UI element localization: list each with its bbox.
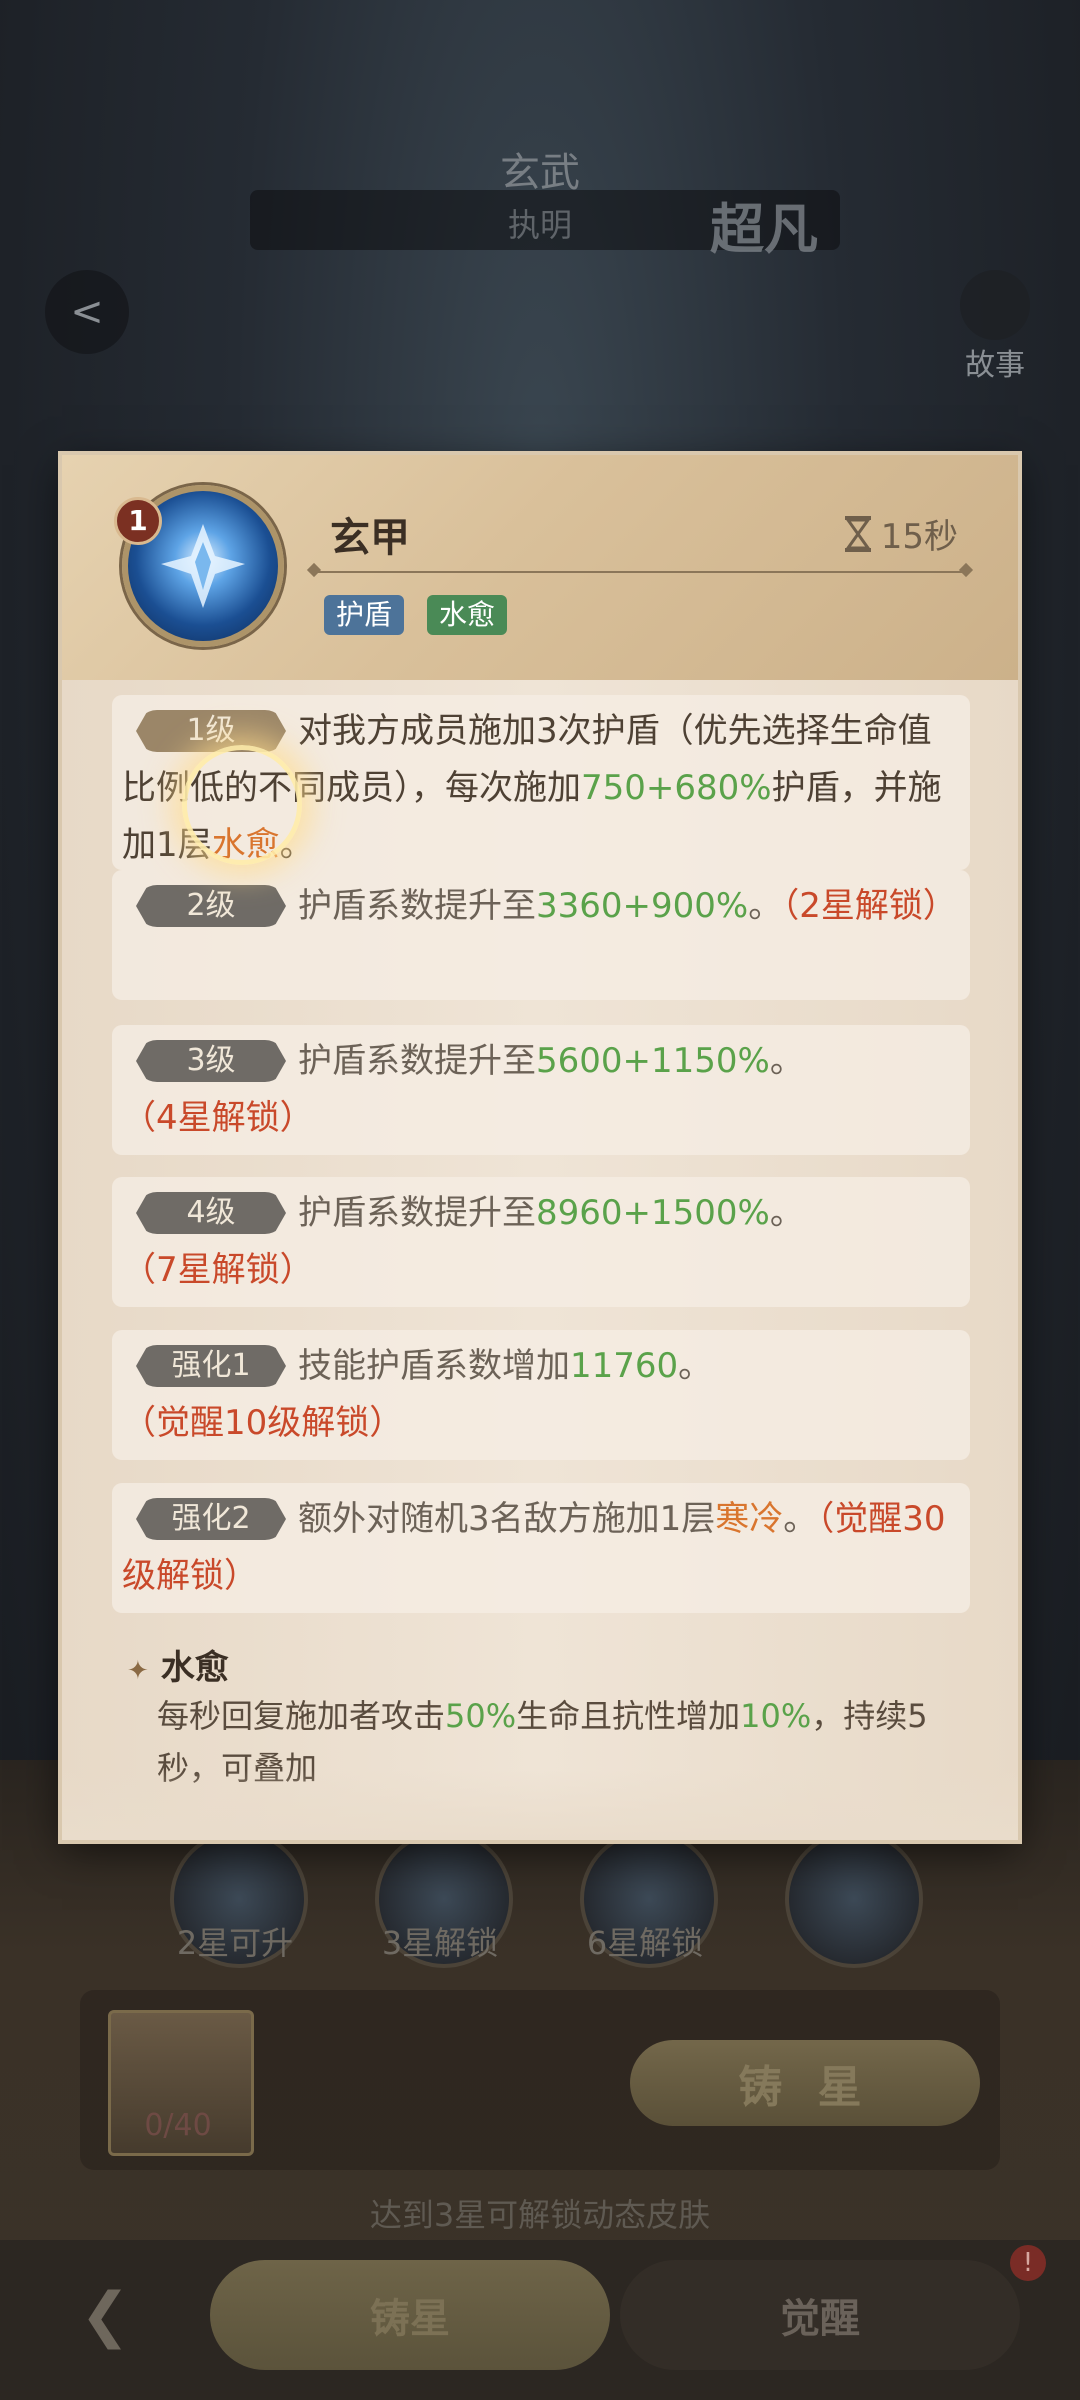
- entry-text-segment: 技能护盾系数增加: [298, 1346, 570, 1386]
- hero-title: 玄武: [500, 150, 580, 196]
- tap-highlight: [182, 745, 302, 865]
- ice-shield-icon: [161, 524, 245, 608]
- story-label: 故事: [965, 348, 1025, 383]
- entry-text-segment: 11760: [570, 1346, 679, 1386]
- note-text-segment: 每秒回复施加者攻击: [157, 1697, 446, 1735]
- note-text-segment: 10%: [740, 1697, 812, 1735]
- skill-description: 1级 对我方成员施加3次护盾（优先选择生命值比例低的不同成员），每次施加750+6…: [62, 680, 1018, 1840]
- skill-slot-caption: 3星解锁: [381, 1924, 499, 1962]
- tab-awaken[interactable]: 觉醒: [620, 2260, 1020, 2370]
- divider: [317, 571, 963, 573]
- entry-text-segment: （4星解锁）: [122, 1098, 314, 1138]
- tag-shield: 护盾: [324, 595, 405, 635]
- skill-level-entry: 强化2 额外对随机3名敌方施加1层寒冷。（觉醒30级解锁）: [112, 1483, 970, 1613]
- hero-subtitle: 执明: [507, 206, 572, 244]
- book-icon: [960, 270, 1030, 340]
- forge-star-button[interactable]: 铸 星: [630, 2040, 980, 2126]
- alert-badge: !: [1010, 2245, 1046, 2281]
- entry-text-segment: （7星解锁）: [122, 1250, 314, 1290]
- level-pill: 1级: [136, 710, 286, 752]
- back-button[interactable]: ❮: [40, 2260, 170, 2370]
- tag-water-heal: 水愈: [427, 595, 508, 635]
- level-pill: 强化2: [136, 1498, 286, 1540]
- entry-text-segment: （觉醒10级解锁）: [122, 1403, 404, 1443]
- note-text-segment: 生命且抗性增加: [516, 1697, 741, 1735]
- rank-badge: 超凡: [710, 197, 818, 261]
- skill-level-entry: 强化1 技能护盾系数增加11760。 （觉醒10级解锁）: [112, 1330, 970, 1460]
- hourglass-icon: [844, 515, 871, 552]
- level-pill: 4级: [136, 1192, 286, 1234]
- entry-text-segment: 。: [783, 1499, 818, 1539]
- cooldown-value: 15秒: [880, 517, 958, 557]
- entry-text-segment: 5600+1150%: [536, 1041, 770, 1081]
- scroll-fade: [62, 1770, 1018, 1840]
- entry-text-segment: 。: [769, 1193, 804, 1233]
- entry-text-segment: 3360+900%: [536, 886, 749, 926]
- level-pill: 强化1: [136, 1345, 286, 1387]
- keyword-note-label: 水愈: [160, 1648, 229, 1688]
- entry-text: 2级 护盾系数提升至3360+900%。（2星解锁）: [122, 878, 962, 935]
- skill-name: 玄甲: [330, 514, 410, 561]
- keyword-note-title: ✦ 水愈: [127, 1640, 229, 1689]
- back-arrow-icon: ❮: [79, 2280, 131, 2350]
- entry-text: 强化2 额外对随机3名敌方施加1层寒冷。（觉醒30级解锁）: [122, 1491, 962, 1605]
- entry-text: 4级 护盾系数提升至8960+1500%。 （7星解锁）: [122, 1185, 962, 1299]
- skill-level-badge: 1: [114, 497, 162, 545]
- share-icon: <: [70, 289, 104, 335]
- entry-text-segment: 额外对随机3名敌方施加1层: [298, 1499, 716, 1539]
- skill-header: 1 玄甲 15秒 护盾 水愈: [62, 455, 1018, 680]
- skill-slot-caption: 2星可升: [176, 1924, 294, 1962]
- note-text-segment: 50%: [445, 1697, 517, 1735]
- sparkle-icon: ✦: [127, 1656, 149, 1686]
- shard-count: 0/40: [144, 2108, 212, 2143]
- share-button[interactable]: <: [45, 270, 129, 354]
- level-pill: 3级: [136, 1040, 286, 1082]
- entry-text-segment: 护盾系数提升至: [298, 1193, 536, 1233]
- entry-text-segment: 。: [748, 886, 783, 926]
- entry-text-segment: 寒冷: [715, 1499, 784, 1539]
- entry-text-segment: 护盾系数提升至: [298, 886, 536, 926]
- entry-text-segment: 。: [769, 1041, 804, 1081]
- entry-text-segment: （2星解锁）: [782, 886, 957, 926]
- story-button[interactable]: 故事: [950, 270, 1040, 383]
- entry-text: 强化1 技能护盾系数增加11760。 （觉醒10级解锁）: [122, 1338, 962, 1452]
- skill-slot-4[interactable]: [785, 1830, 923, 1968]
- entry-text-segment: 8960+1500%: [536, 1193, 770, 1233]
- entry-text-segment: 750+680%: [581, 768, 772, 808]
- skill-level-entry: 3级 护盾系数提升至5600+1150%。 （4星解锁）: [112, 1025, 970, 1155]
- entry-text-segment: 护盾系数提升至: [298, 1041, 536, 1081]
- entry-text-segment: 。: [678, 1346, 713, 1386]
- unlock-hint: 达到3星可解锁动态皮肤: [369, 2196, 711, 2234]
- level-pill: 2级: [136, 885, 286, 927]
- skill-level-entry: 4级 护盾系数提升至8960+1500%。 （7星解锁）: [112, 1177, 970, 1307]
- skill-level-entry: 2级 护盾系数提升至3360+900%。（2星解锁）: [112, 870, 970, 1000]
- cooldown: 15秒: [843, 509, 958, 558]
- tab-forge[interactable]: 铸星: [210, 2260, 610, 2370]
- entry-text: 3级 护盾系数提升至5600+1150%。 （4星解锁）: [122, 1033, 962, 1147]
- skill-slot-caption: 6星解锁: [586, 1924, 704, 1962]
- skill-detail-panel: 1 玄甲 15秒 护盾 水愈 1级 对我方成员施加3次护盾（优先选择生命值比例低的…: [62, 455, 1018, 1840]
